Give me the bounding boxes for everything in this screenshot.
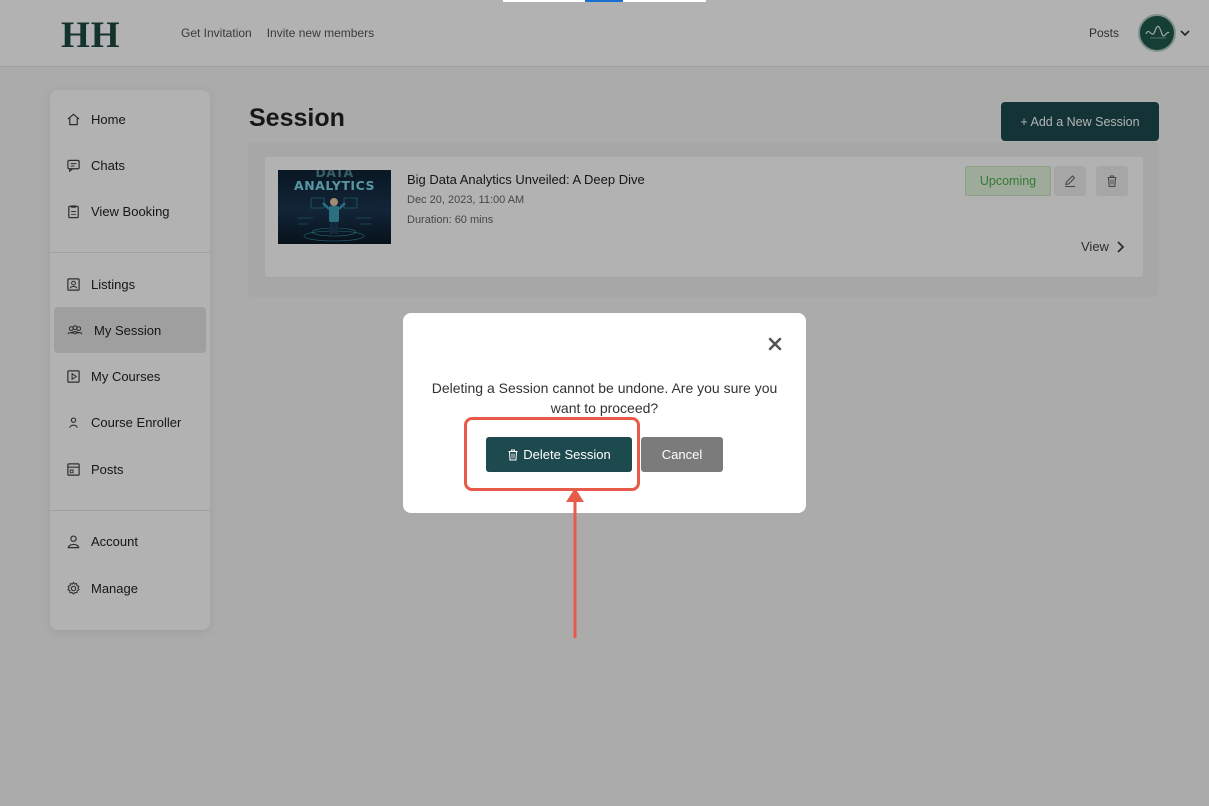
loading-bar-progress (585, 0, 623, 2)
close-icon[interactable] (767, 336, 783, 352)
loading-bar (503, 0, 706, 2)
cancel-button[interactable]: Cancel (641, 437, 723, 472)
modal-message: Deleting a Session cannot be undone. Are… (431, 380, 778, 416)
annotation-highlight-box (464, 417, 640, 491)
annotation-arrow-icon (566, 488, 584, 638)
